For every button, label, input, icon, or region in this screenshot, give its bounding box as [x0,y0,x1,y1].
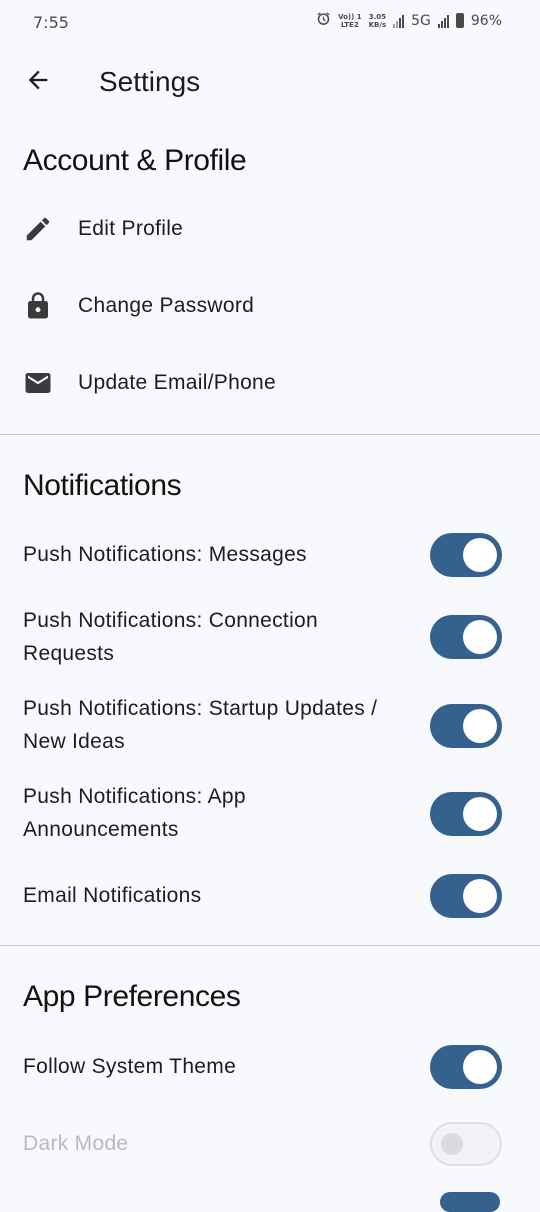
network-type: 5G [411,12,431,29]
volte-top: Vo)) 1 [338,12,362,21]
push-startup-updates-row[interactable]: Push Notifications: Startup Updates / Ne… [0,692,540,762]
push-connection-requests-label: Push Notifications: Connection Requests [23,609,318,665]
mail-icon [22,367,54,399]
signal-icon-2 [437,14,449,28]
status-time: 7:55 [33,13,69,32]
push-messages-row[interactable]: Push Notifications: Messages [0,530,540,580]
page-title: Settings [99,66,201,97]
follow-system-theme-row[interactable]: Follow System Theme [0,1043,540,1093]
section-title-account: Account & Profile [23,144,247,177]
dark-mode-row: Dark Mode [0,1120,540,1170]
section-divider [0,434,540,435]
push-connection-requests-row[interactable]: Push Notifications: Connection Requests [0,604,540,674]
switch-knob [463,709,497,743]
section-divider [0,945,540,946]
dark-mode-label: Dark Mode [23,1132,129,1155]
switch-knob [463,879,497,913]
alarm-icon [316,11,331,30]
push-startup-updates-switch[interactable] [430,704,502,748]
volte-bottom: LTE2 [340,20,359,29]
dark-mode-switch [430,1122,502,1166]
arrow-back-icon [24,66,52,99]
back-button[interactable] [14,58,62,106]
update-email-phone-item[interactable]: Update Email/Phone [0,347,540,423]
switch-knob [441,1133,463,1155]
switch-knob [463,620,497,654]
push-app-announcements-label: Push Notifications: App Announcements [23,785,246,841]
push-app-announcements-row[interactable]: Push Notifications: App Announcements [0,780,540,850]
email-notifications-switch[interactable] [430,874,502,918]
push-messages-switch[interactable] [430,533,502,577]
volte-indicator: Vo)) 1 LTE2 [338,13,362,29]
push-app-announcements-switch[interactable] [430,792,502,836]
speed-unit: KB/s [368,20,387,29]
lock-icon [22,290,54,322]
follow-system-theme-switch[interactable] [430,1045,502,1089]
speed-indicator: 3.05 KB/s [369,13,386,29]
pencil-icon [22,213,54,245]
change-password-item[interactable]: Change Password [0,270,540,346]
status-icons: Vo)) 1 LTE2 3.05 KB/s 5G 96% [316,11,502,30]
push-connection-requests-switch[interactable] [430,615,502,659]
switch-knob [463,1050,497,1084]
offscreen-switch[interactable] [440,1192,500,1212]
app-bar: Settings [0,50,540,114]
email-notifications-label: Email Notifications [23,884,202,907]
follow-system-theme-label: Follow System Theme [23,1055,237,1078]
update-email-phone-label: Update Email/Phone [78,371,277,394]
edit-profile-label: Edit Profile [78,217,184,240]
status-bar: 7:55 Vo)) 1 LTE2 3.05 KB/s 5G 96% [0,0,540,44]
signal-icon [393,14,405,28]
push-messages-label: Push Notifications: Messages [23,543,307,566]
switch-knob [463,797,497,831]
section-title-preferences: App Preferences [23,980,241,1013]
battery-level: 96% [470,12,502,29]
battery-icon [455,13,464,28]
push-startup-updates-label: Push Notifications: Startup Updates / Ne… [23,697,378,753]
change-password-label: Change Password [78,294,255,317]
edit-profile-item[interactable]: Edit Profile [0,193,540,269]
email-notifications-row[interactable]: Email Notifications [0,872,540,922]
switch-knob [463,538,497,572]
speed-value: 3.05 [368,12,386,21]
section-title-notifications: Notifications [23,469,182,502]
